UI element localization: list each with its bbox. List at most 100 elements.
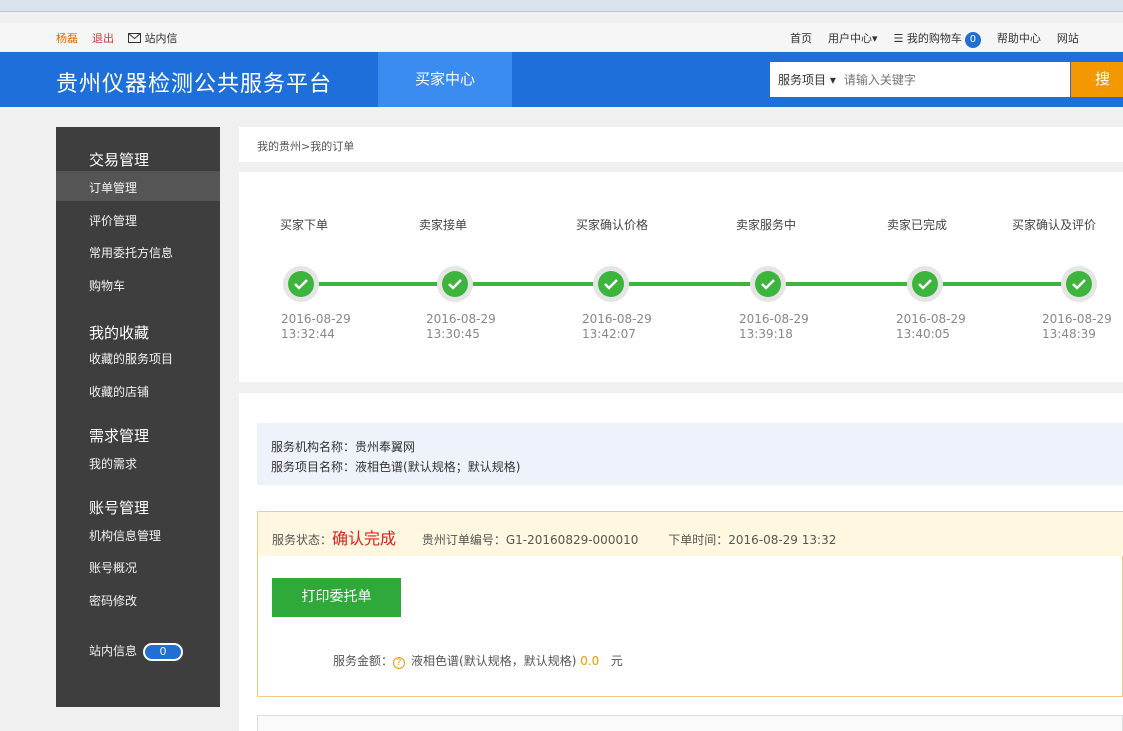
sidebar-item-my-demand[interactable]: 我的需求 bbox=[89, 455, 137, 472]
help-link[interactable]: 帮助中心 bbox=[997, 30, 1041, 48]
search-category-select[interactable]: 服务项目 ▾ bbox=[770, 71, 836, 88]
step-date: 2016-08-29 bbox=[1042, 312, 1112, 326]
amount-item: 液相色谱(默认规格，默认规格) bbox=[411, 654, 577, 668]
step-check-icon bbox=[907, 266, 943, 302]
step-timestamp: 2016-08-29 13:42:07 bbox=[582, 312, 652, 342]
step-label: 买家下单 bbox=[280, 218, 329, 232]
next-section bbox=[257, 715, 1123, 731]
step-date: 2016-08-29 bbox=[739, 312, 809, 326]
caret-down-icon: ▾ bbox=[872, 32, 878, 45]
browser-tab-strip bbox=[0, 0, 1123, 12]
step-date: 2016-08-29 bbox=[426, 312, 496, 326]
step-label: 买家确认及评价 bbox=[1012, 218, 1097, 232]
list-icon: ☰ bbox=[893, 32, 904, 45]
cart-link[interactable]: ☰ 我的购物车 0 bbox=[894, 30, 981, 48]
envelope-icon bbox=[128, 33, 141, 43]
order-time-label: 下单时间： bbox=[668, 533, 729, 547]
breadcrumb: 我的贵州>我的订单 bbox=[239, 127, 1123, 162]
order-status-box: 服务状态：确认完成 贵州订单编号：G1-20160829-000010 下单时间… bbox=[257, 511, 1123, 697]
cart-count-badge: 0 bbox=[964, 32, 981, 48]
sidebar-item-messages[interactable]: 站内信息 0 bbox=[89, 642, 184, 661]
step-time: 13:39:18 bbox=[739, 327, 793, 341]
sidebar-item-reviews[interactable]: 评价管理 bbox=[89, 212, 137, 229]
user-center-menu[interactable]: 用户中心▾ bbox=[828, 30, 878, 48]
order-time: 2016-08-29 13:32 bbox=[728, 533, 837, 547]
step-timestamp: 2016-08-29 13:48:39 bbox=[1042, 312, 1112, 342]
service-item-row: 服务项目名称：液相色谱(默认规格；默认规格) bbox=[271, 457, 1123, 477]
step-timestamp: 2016-08-29 13:30:45 bbox=[426, 312, 496, 342]
cart-label: 我的购物车 bbox=[906, 32, 962, 45]
sidebar-group-demand: 需求管理 bbox=[89, 427, 150, 445]
search-button[interactable]: 搜索 bbox=[1071, 62, 1123, 97]
step-time: 13:40:05 bbox=[896, 327, 950, 341]
search-category-label: 服务项目 bbox=[778, 73, 827, 87]
service-item-label: 服务项目名称： bbox=[271, 460, 356, 474]
search-box: 服务项目 ▾ bbox=[770, 62, 1070, 97]
order-no-label: 贵州订单编号： bbox=[421, 533, 506, 547]
status-badge: 确认完成 bbox=[332, 529, 397, 548]
username-link[interactable]: 杨磊 bbox=[56, 30, 78, 46]
user-center-label: 用户中心 bbox=[828, 32, 872, 45]
sidebar-item-fav-services[interactable]: 收藏的服务项目 bbox=[89, 350, 173, 367]
step-time: 13:48:39 bbox=[1042, 327, 1096, 341]
mail-link[interactable]: 站内信 bbox=[128, 30, 178, 46]
order-status-header: 服务状态：确认完成 贵州订单编号：G1-20160829-000010 下单时间… bbox=[258, 512, 1123, 556]
step-time: 13:42:07 bbox=[582, 327, 636, 341]
step-label: 买家确认价格 bbox=[576, 218, 649, 232]
step-check-icon bbox=[283, 266, 319, 302]
sidebar-item-cart[interactable]: 购物车 bbox=[89, 277, 125, 294]
site-link[interactable]: 网站 bbox=[1057, 30, 1079, 48]
messages-count-badge: 0 bbox=[143, 642, 184, 661]
step-timestamp: 2016-08-29 13:40:05 bbox=[896, 312, 966, 342]
service-org-row: 服务机构名称：贵州奉翼网 bbox=[271, 437, 1123, 457]
step-check-icon bbox=[1061, 266, 1097, 302]
sidebar-active-highlight bbox=[56, 171, 220, 201]
amount-value: 0.0 bbox=[580, 654, 600, 668]
service-org-name[interactable]: 贵州奉翼网 bbox=[355, 440, 415, 454]
step-check-icon bbox=[593, 266, 629, 302]
site-logo[interactable]: 贵州仪器检测公共服务平台 bbox=[56, 66, 332, 98]
step-label: 卖家服务中 bbox=[736, 218, 797, 232]
service-item-name[interactable]: 液相色谱(默认规格；默认规格) bbox=[355, 460, 520, 474]
sidebar-item-clients[interactable]: 常用委托方信息 bbox=[89, 244, 173, 261]
status-label: 服务状态： bbox=[272, 533, 333, 547]
sidebar-group-account: 账号管理 bbox=[89, 499, 150, 517]
order-detail: 服务机构名称：贵州奉翼网 服务项目名称：液相色谱(默认规格；默认规格) 服务状态… bbox=[239, 393, 1123, 731]
caret-down-icon: ▾ bbox=[829, 73, 836, 87]
sidebar-group-favorites: 我的收藏 bbox=[89, 324, 150, 342]
logout-link[interactable]: 退出 bbox=[92, 30, 114, 46]
sidebar-item-orders[interactable]: 订单管理 bbox=[89, 179, 137, 196]
order-no: G1-20160829-000010 bbox=[505, 533, 639, 547]
question-icon[interactable]: ? bbox=[393, 657, 406, 669]
service-org-label: 服务机构名称： bbox=[271, 440, 356, 454]
step-timestamp: 2016-08-29 13:32:44 bbox=[281, 312, 351, 342]
top-utility-bar: 杨磊 退出 站内信 首页 用户中心▾ ☰ 我的购物车 0 帮助中心 网站 bbox=[0, 23, 1123, 51]
search-input[interactable] bbox=[843, 72, 1034, 87]
messages-label: 站内信息 bbox=[89, 644, 138, 658]
mail-label: 站内信 bbox=[144, 32, 178, 45]
main-header: 贵州仪器检测公共服务平台 买家中心 服务项目 ▾ 搜索 bbox=[0, 52, 1123, 107]
sidebar-item-org-info[interactable]: 机构信息管理 bbox=[89, 527, 161, 544]
sidebar: 交易管理 订单管理 评价管理 常用委托方信息 购物车 我的收藏 收藏的服务项目 … bbox=[56, 127, 220, 707]
step-label: 卖家接单 bbox=[419, 218, 468, 232]
sidebar-group-trade: 交易管理 bbox=[89, 151, 150, 169]
step-label: 卖家已完成 bbox=[887, 218, 948, 232]
step-time: 13:32:44 bbox=[281, 327, 335, 341]
service-amount: 服务金额：? 液相色谱(默认规格，默认规格) 0.0 元 bbox=[333, 652, 623, 669]
service-info: 服务机构名称：贵州奉翼网 服务项目名称：液相色谱(默认规格；默认规格) bbox=[257, 423, 1123, 485]
amount-currency: 元 bbox=[610, 654, 623, 668]
step-check-icon bbox=[750, 266, 786, 302]
home-link[interactable]: 首页 bbox=[790, 30, 812, 48]
sidebar-item-password[interactable]: 密码修改 bbox=[89, 592, 137, 609]
sidebar-item-account-overview[interactable]: 账号概况 bbox=[89, 559, 137, 576]
step-check-icon bbox=[437, 266, 473, 302]
step-date: 2016-08-29 bbox=[896, 312, 966, 326]
step-timestamp: 2016-08-29 13:39:18 bbox=[739, 312, 809, 342]
sidebar-item-fav-shops[interactable]: 收藏的店铺 bbox=[89, 383, 149, 400]
step-date: 2016-08-29 bbox=[582, 312, 652, 326]
print-order-button[interactable]: 打印委托单 bbox=[272, 578, 401, 617]
step-date: 2016-08-29 bbox=[281, 312, 351, 326]
step-time: 13:30:45 bbox=[426, 327, 480, 341]
tab-buyer-center[interactable]: 买家中心 bbox=[378, 52, 512, 107]
progress-line bbox=[301, 282, 1081, 286]
